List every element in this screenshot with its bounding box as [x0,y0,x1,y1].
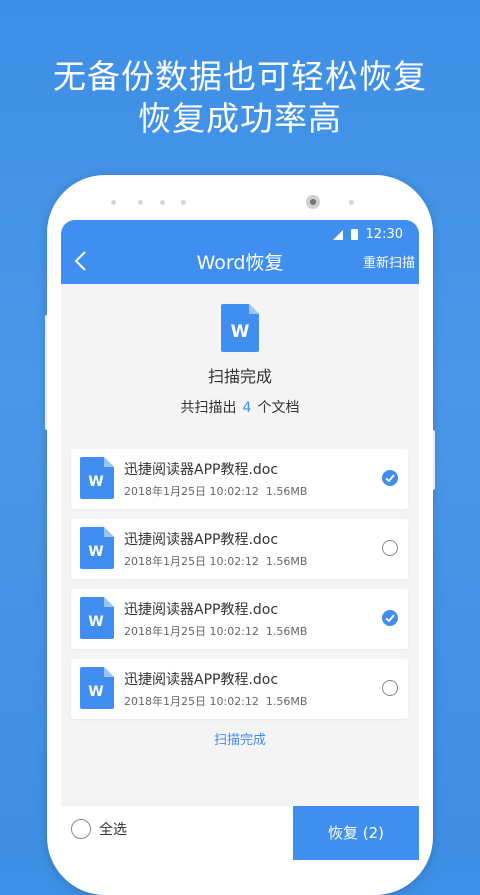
file-list-item[interactable]: W 迅捷阅读器APP教程.doc 2018年1月25日 10:02:12 1.5… [71,519,408,579]
bottom-action-bar: 全选 恢复 (2) [61,806,419,860]
word-file-icon: W [80,457,114,499]
select-all-label: 全选 [99,822,127,838]
file-icon-letter: W [88,684,103,700]
signal-icon [332,229,343,240]
file-meta: 2018年1月25日 10:02:12 1.56MB [124,623,307,639]
scan-count-text: 共扫描出 4 个文档 [61,397,419,417]
phone-sensor-dot [111,200,116,205]
file-checkbox-checked[interactable] [382,470,398,486]
scan-count-suffix: 个文档 [257,400,300,416]
file-date: 2018年1月25日 10:02:12 [124,555,259,568]
file-icon-letter: W [88,544,103,560]
file-date: 2018年1月25日 10:02:12 [124,695,259,708]
phone-screen: 12:30 Word恢复 重新扫描 W 扫描完成 共扫描出 4 个文档 W 迅捷阅读… [61,220,419,860]
file-checkbox-unchecked[interactable] [382,680,398,696]
file-size: 1.56MB [265,485,308,498]
file-icon-letter: W [88,614,103,630]
phone-sensor-dot [138,200,143,205]
file-list-item[interactable]: W 迅捷阅读器APP教程.doc 2018年1月25日 10:02:12 1.5… [71,659,408,719]
word-file-icon: W [221,304,259,352]
scan-count-number: 4 [242,400,252,416]
file-meta: 2018年1月25日 10:02:12 1.56MB [124,693,307,709]
file-meta: 2018年1月25日 10:02:12 1.56MB [124,553,307,569]
select-all-toggle[interactable]: 全选 [71,819,127,839]
promo-headline-line1: 无备份数据也可轻松恢复 [53,57,427,96]
file-size: 1.56MB [265,625,308,638]
file-checkbox-unchecked[interactable] [382,540,398,556]
checkmark-icon [385,474,395,483]
file-checkbox-checked[interactable] [382,610,398,626]
file-meta: 2018年1月25日 10:02:12 1.56MB [124,483,307,499]
file-name: 迅捷阅读器APP教程.doc [124,602,279,618]
file-date: 2018年1月25日 10:02:12 [124,625,259,638]
word-file-icon: W [80,527,114,569]
file-list-item[interactable]: W 迅捷阅读器APP教程.doc 2018年1月25日 10:02:12 1.5… [71,449,408,509]
file-list-item[interactable]: W 迅捷阅读器APP教程.doc 2018年1月25日 10:02:12 1.5… [71,589,408,649]
select-all-radio[interactable] [71,819,91,839]
restore-button[interactable]: 恢复 (2) [293,806,419,860]
word-file-letter: W [231,322,250,342]
word-file-icon: W [80,667,114,709]
status-bar: 12:30 [332,227,403,242]
file-list: W 迅捷阅读器APP教程.doc 2018年1月25日 10:02:12 1.5… [71,449,408,729]
battery-icon [350,229,358,240]
phone-sensor-dot [160,200,165,205]
scan-count-prefix: 共扫描出 [180,400,237,416]
file-size: 1.56MB [265,555,308,568]
phone-sensor-dot [181,200,186,205]
phone-sensor-dot [349,200,354,205]
list-footer-status: 扫描完成 [213,733,266,748]
file-date: 2018年1月25日 10:02:12 [124,485,259,498]
scan-status: 扫描完成 [207,367,272,386]
file-name: 迅捷阅读器APP教程.doc [124,672,279,688]
file-name: 迅捷阅读器APP教程.doc [124,462,279,478]
word-file-icon: W [80,597,114,639]
rescan-button[interactable]: 重新扫描 [363,252,415,271]
status-time: 12:30 [365,227,403,242]
phone-camera [306,195,320,209]
app-bar: 12:30 Word恢复 重新扫描 [61,220,419,284]
promo-headline-line2: 恢复成功率高 [138,99,342,138]
checkmark-icon [385,614,395,623]
file-name: 迅捷阅读器APP教程.doc [124,532,279,548]
file-size: 1.56MB [265,695,308,708]
file-icon-letter: W [88,474,103,490]
